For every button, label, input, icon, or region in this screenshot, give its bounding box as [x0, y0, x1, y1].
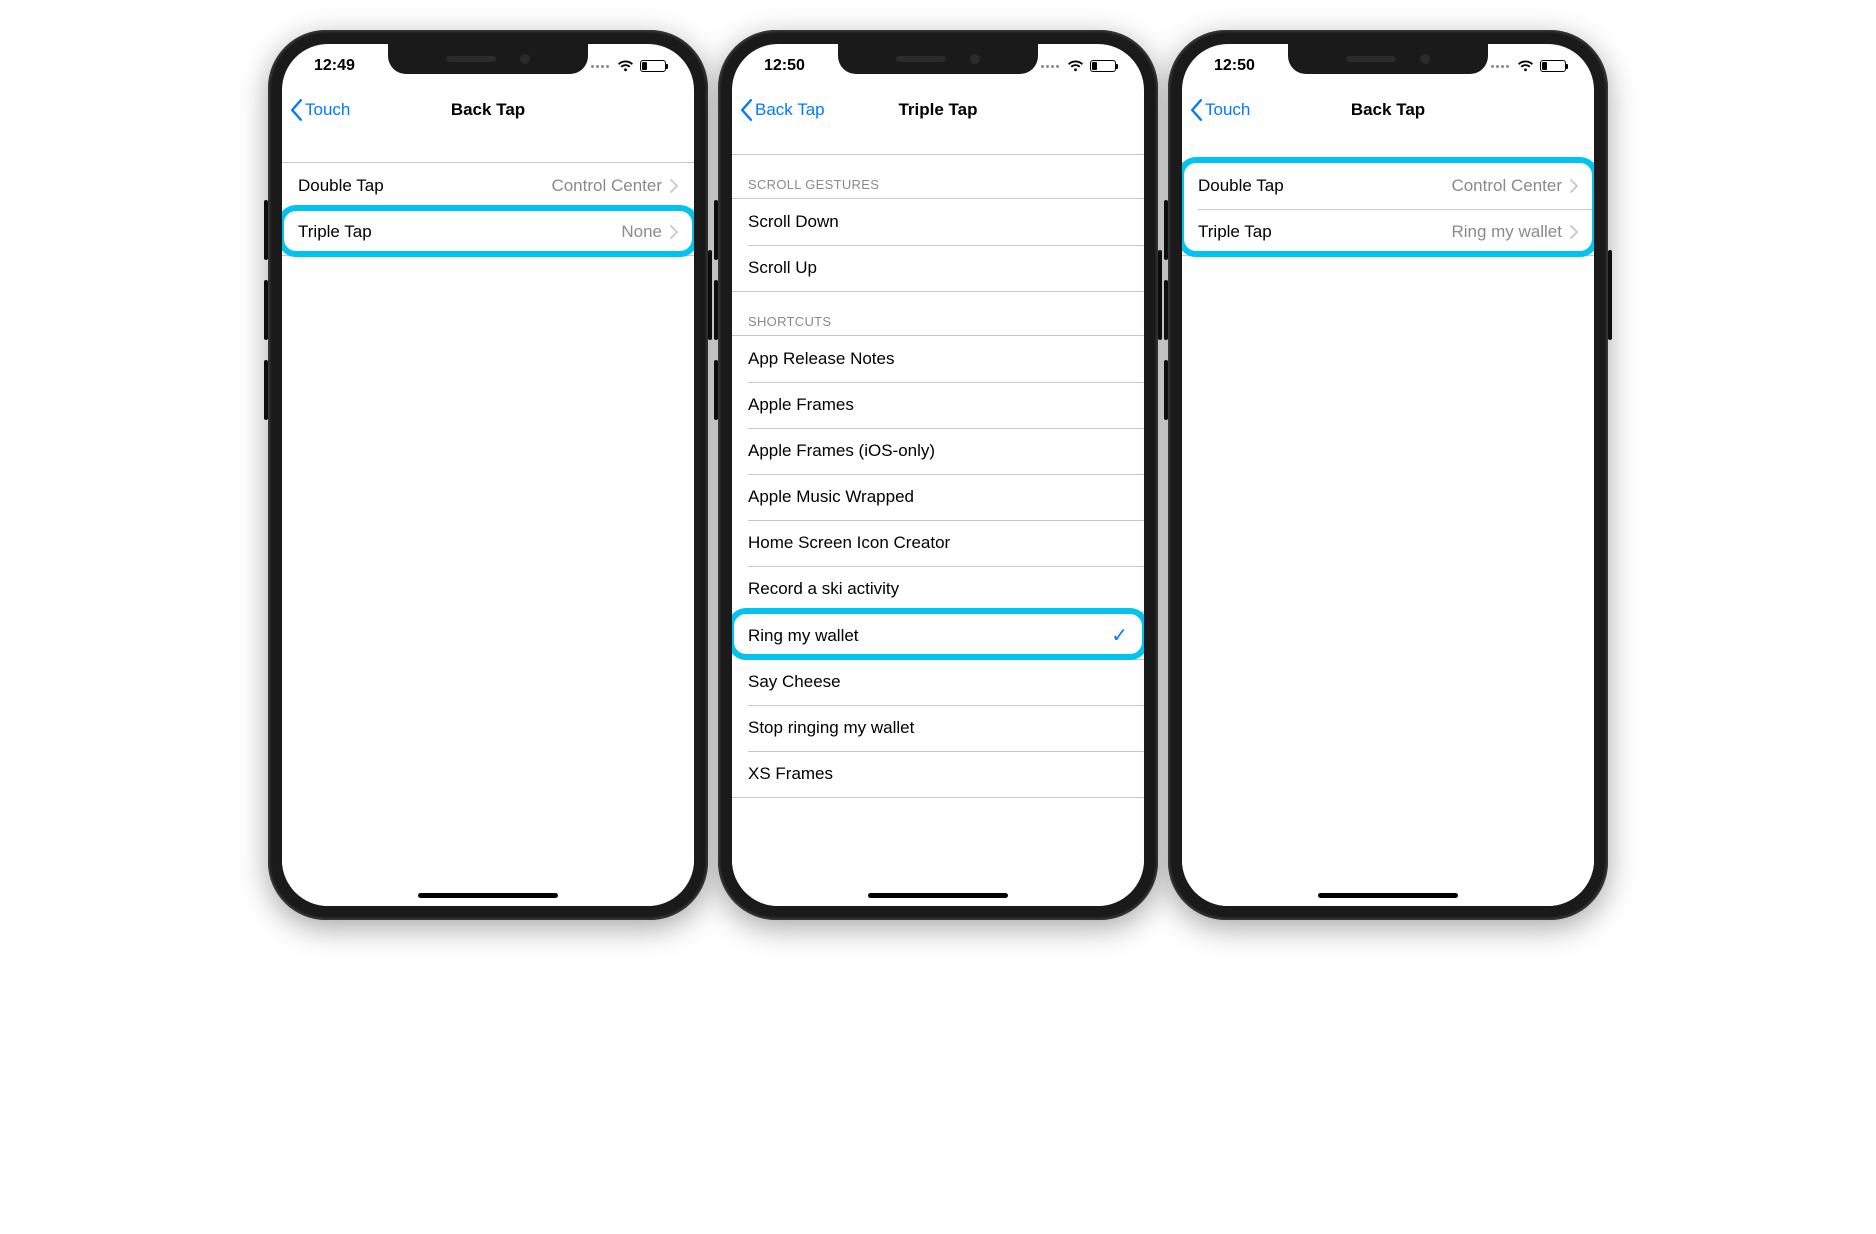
- nav-bar: Touch Back Tap: [282, 88, 694, 132]
- row-value: Control Center: [551, 176, 662, 196]
- row-label: Triple Tap: [1198, 222, 1272, 242]
- nav-title: Back Tap: [451, 100, 525, 120]
- nav-bar: Back Tap Triple Tap: [732, 88, 1144, 132]
- chevron-left-icon: [290, 99, 303, 121]
- status-time: 12:50: [764, 57, 805, 75]
- option-label: App Release Notes: [748, 349, 894, 369]
- row-label: Triple Tap: [298, 222, 372, 242]
- checkmark-icon: ✓: [1111, 623, 1128, 648]
- home-indicator[interactable]: [868, 893, 1008, 898]
- chevron-left-icon: [740, 99, 753, 121]
- status-dots-icon: [1041, 65, 1059, 68]
- status-right: [591, 60, 666, 72]
- wifi-icon: [1517, 60, 1534, 72]
- screen-3: 12:50 Touch Back Tap Double Tap: [1182, 44, 1594, 906]
- option-label: Apple Frames (iOS-only): [748, 441, 935, 461]
- option-label: Record a ski activity: [748, 579, 899, 599]
- row-label: Double Tap: [298, 176, 384, 196]
- notch: [388, 44, 588, 74]
- option-row[interactable]: Say Cheese: [732, 659, 1144, 705]
- device-frame-1: 12:49 Touch Back Tap Double Tap: [268, 30, 708, 920]
- screen-2: 12:50 Back Tap Triple Tap Zoom: [732, 44, 1144, 906]
- option-label: Stop ringing my wallet: [748, 718, 914, 738]
- option-row[interactable]: Record a ski activity: [732, 566, 1144, 612]
- content-area: Double Tap Control Center Triple Tap Non…: [282, 132, 694, 906]
- option-row[interactable]: Home Screen Icon Creator: [732, 520, 1144, 566]
- notch: [838, 44, 1038, 74]
- wifi-icon: [1067, 60, 1084, 72]
- row-value: Ring my wallet: [1451, 222, 1562, 242]
- screen-1: 12:49 Touch Back Tap Double Tap: [282, 44, 694, 906]
- section-shortcuts: App Release Notes Apple Frames Apple Fra…: [732, 335, 1144, 798]
- home-indicator[interactable]: [1318, 893, 1458, 898]
- home-indicator[interactable]: [418, 893, 558, 898]
- device-frame-2: 12:50 Back Tap Triple Tap Zoom: [718, 30, 1158, 920]
- row-label: Double Tap: [1198, 176, 1284, 196]
- chevron-right-icon: [1570, 179, 1578, 193]
- row-triple-tap[interactable]: Triple Tap None: [282, 209, 694, 255]
- option-row[interactable]: App Release Notes: [732, 336, 1144, 382]
- battery-icon: [1090, 60, 1116, 72]
- option-label: Apple Music Wrapped: [748, 487, 914, 507]
- section-header-shortcuts: Shortcuts: [732, 292, 1144, 335]
- chevron-right-icon: [670, 179, 678, 193]
- nav-back-button[interactable]: Touch: [1190, 88, 1250, 131]
- option-row[interactable]: XS Frames: [732, 751, 1144, 797]
- row-value: None: [621, 222, 662, 242]
- nav-back-label: Touch: [305, 100, 350, 120]
- option-label: Zoom: [748, 132, 791, 136]
- status-time: 12:49: [314, 57, 355, 75]
- settings-group: Double Tap Control Center Triple Tap Rin…: [1182, 162, 1594, 256]
- row-triple-tap[interactable]: Triple Tap Ring my wallet: [1182, 209, 1594, 255]
- option-label: Scroll Down: [748, 212, 839, 232]
- row-double-tap[interactable]: Double Tap Control Center: [1182, 163, 1594, 209]
- chevron-left-icon: [1190, 99, 1203, 121]
- section-scroll-gestures: Scroll Down Scroll Up: [732, 198, 1144, 292]
- content-area: Double Tap Control Center Triple Tap Rin…: [1182, 132, 1594, 906]
- option-row-truncated[interactable]: Zoom: [732, 132, 1144, 154]
- nav-title: Triple Tap: [898, 100, 977, 120]
- settings-group: Double Tap Control Center Triple Tap Non…: [282, 162, 694, 256]
- row-double-tap[interactable]: Double Tap Control Center: [282, 163, 694, 209]
- device-frame-3: 12:50 Touch Back Tap Double Tap: [1168, 30, 1608, 920]
- nav-back-label: Touch: [1205, 100, 1250, 120]
- option-scroll-up[interactable]: Scroll Up: [732, 245, 1144, 291]
- notch: [1288, 44, 1488, 74]
- status-time: 12:50: [1214, 57, 1255, 75]
- status-right: [1041, 60, 1116, 72]
- content-area[interactable]: Zoom Scroll Gestures Scroll Down Scroll …: [732, 132, 1144, 906]
- status-dots-icon: [1491, 65, 1509, 68]
- option-label: Apple Frames: [748, 395, 854, 415]
- option-row[interactable]: Apple Music Wrapped: [732, 474, 1144, 520]
- option-scroll-down[interactable]: Scroll Down: [732, 199, 1144, 245]
- option-row[interactable]: Stop ringing my wallet: [732, 705, 1144, 751]
- option-row[interactable]: Apple Frames: [732, 382, 1144, 428]
- option-label: Home Screen Icon Creator: [748, 533, 950, 553]
- option-label: Ring my wallet: [748, 626, 859, 646]
- status-dots-icon: [591, 65, 609, 68]
- battery-icon: [1540, 60, 1566, 72]
- option-row[interactable]: Apple Frames (iOS-only): [732, 428, 1144, 474]
- chevron-right-icon: [1570, 225, 1578, 239]
- nav-back-button[interactable]: Back Tap: [740, 88, 825, 131]
- option-label: Say Cheese: [748, 672, 841, 692]
- option-ring-my-wallet[interactable]: Ring my wallet ✓: [732, 612, 1144, 659]
- status-right: [1491, 60, 1566, 72]
- option-label: Scroll Up: [748, 258, 817, 278]
- nav-back-button[interactable]: Touch: [290, 88, 350, 131]
- wifi-icon: [617, 60, 634, 72]
- nav-bar: Touch Back Tap: [1182, 88, 1594, 132]
- chevron-right-icon: [670, 225, 678, 239]
- option-label: XS Frames: [748, 764, 833, 784]
- nav-title: Back Tap: [1351, 100, 1425, 120]
- nav-back-label: Back Tap: [755, 100, 825, 120]
- section-header-scroll-gestures: Scroll Gestures: [732, 155, 1144, 198]
- battery-icon: [640, 60, 666, 72]
- row-value: Control Center: [1451, 176, 1562, 196]
